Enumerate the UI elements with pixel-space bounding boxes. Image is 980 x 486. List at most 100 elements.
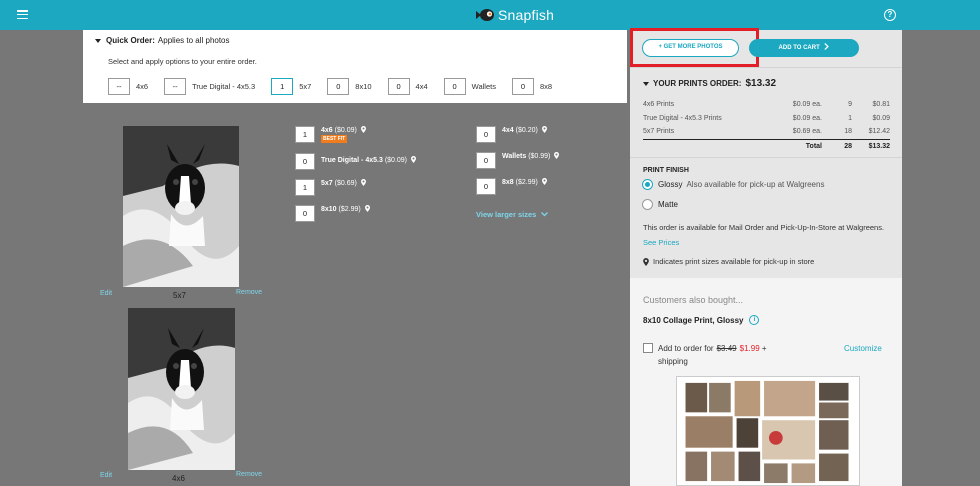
- size-qty-input[interactable]: 0: [476, 178, 496, 195]
- highlight-box: [630, 28, 759, 67]
- size-price: ($2.99): [338, 206, 361, 213]
- fish-logo-icon: [476, 9, 494, 21]
- photo-caption: 4x6: [172, 474, 185, 483]
- size-qty-input[interactable]: 0: [476, 126, 496, 143]
- order-item-qty: 9: [848, 100, 852, 108]
- caret-down-icon: [95, 38, 101, 43]
- size-label: 8x10: [355, 82, 372, 91]
- pickup-note: Indicates print sizes available for pick…: [643, 257, 814, 266]
- order-item-name: 5x7 Prints: [643, 128, 675, 136]
- size-price: ($0.09): [334, 127, 357, 134]
- dog-photo-image: [123, 126, 239, 287]
- pickup-note-text: Indicates print sizes available for pick…: [653, 257, 815, 266]
- size-option: 0 True Digital - 4x5.3 ($0.09): [295, 153, 416, 175]
- size-qty-input[interactable]: 0: [476, 152, 496, 169]
- print-finish-title: PRINT FINISH: [643, 167, 689, 174]
- size-name: 5x7: [321, 180, 333, 187]
- qty-input-5x7[interactable]: 1: [271, 78, 294, 95]
- add-collage-option[interactable]: Add to order for $3.49 $1.99 + shipping: [643, 342, 767, 368]
- qty-input-8x10[interactable]: 0: [327, 78, 350, 95]
- map-pin-icon: [364, 205, 370, 212]
- view-larger-sizes-link[interactable]: View larger sizes: [476, 210, 549, 219]
- quick-order-title: Quick Order:: [106, 36, 155, 45]
- size-qty-input[interactable]: 0: [295, 153, 315, 170]
- qty-input-true-digital[interactable]: --: [164, 78, 187, 95]
- customize-link[interactable]: Customize: [844, 344, 882, 353]
- chevron-down-icon: [541, 212, 549, 217]
- qty-input-4x4[interactable]: 0: [387, 78, 410, 95]
- size-qty-input[interactable]: 1: [295, 179, 315, 196]
- photo-caption: 5x7: [173, 291, 186, 300]
- order-item-each: $0.09 ea.: [792, 114, 822, 122]
- photo-thumbnail[interactable]: [123, 126, 239, 287]
- page-margin: [902, 30, 980, 486]
- size-qty-input[interactable]: 0: [295, 205, 315, 222]
- size-price: ($0.69): [334, 180, 357, 187]
- size-name: 4x6: [321, 127, 333, 134]
- quick-order-panel: Quick Order: Applies to all photos Selec…: [83, 30, 627, 103]
- remove-photo-link[interactable]: Remove: [236, 289, 262, 296]
- order-amount: $13.32: [745, 78, 777, 89]
- add-to-order-text: Add to order for $3.49 $1.99 + shipping: [658, 342, 767, 368]
- view-larger-label: View larger sizes: [476, 210, 537, 219]
- dog-photo-image: [128, 308, 235, 470]
- cross-sell-title: Customers also bought...: [643, 295, 744, 305]
- edit-photo-link[interactable]: Edit: [100, 472, 112, 479]
- info-icon[interactable]: i: [749, 315, 760, 325]
- qty-input-wallets[interactable]: 0: [443, 78, 466, 95]
- size-name: 8x10: [321, 206, 337, 213]
- add-to-cart-button[interactable]: ADD TO CART: [749, 39, 859, 57]
- size-name: True Digital - 4x5.3: [321, 157, 383, 164]
- sale-price: $1.99: [739, 344, 760, 353]
- size-options-right: 0 4x4 ($0.20) 0 Wallets ($0.99) 0 8x8 ($…: [476, 126, 560, 204]
- hamburger-icon[interactable]: [17, 10, 28, 20]
- snapfish-logo[interactable]: Snapfish: [474, 6, 554, 24]
- best-fit-badge: BEST FIT: [321, 135, 348, 143]
- total-amount: $13.32: [852, 138, 890, 153]
- quick-order-toggle[interactable]: Quick Order: Applies to all photos: [95, 36, 230, 45]
- collage-preview-image[interactable]: [676, 376, 860, 486]
- plus-sign: +: [761, 344, 767, 353]
- cross-sell-product: 8x10 Collage Print, Glossy i: [643, 315, 760, 325]
- size-option: 0 8x8 ($2.99): [476, 178, 559, 200]
- size-meta: 8x8 ($2.99): [502, 178, 547, 186]
- map-pin-icon: [541, 178, 547, 185]
- brand-name: Snapfish: [498, 7, 555, 23]
- size-label: 4x4: [415, 82, 428, 91]
- caret-down-icon: [643, 81, 649, 86]
- total-row: Total 28 $13.32: [643, 138, 890, 153]
- matte-option[interactable]: Matte: [642, 199, 678, 210]
- size-meta: 4x4 ($0.20): [502, 126, 547, 134]
- photo-thumbnail[interactable]: [128, 308, 235, 470]
- size-name: 4x4: [502, 127, 514, 134]
- size-qty-input[interactable]: 1: [295, 126, 315, 143]
- order-item-each: $0.69 ea.: [792, 128, 822, 136]
- radio-unselected-icon[interactable]: [642, 199, 653, 210]
- size-option: 0 Wallets ($0.99): [476, 152, 560, 174]
- total-qty: 28: [822, 138, 852, 153]
- size-option: 0 8x10 ($2.99): [295, 205, 416, 227]
- radio-selected-icon[interactable]: [642, 179, 653, 190]
- glossy-label: Glossy: [658, 180, 683, 189]
- qty-input-8x8[interactable]: 0: [511, 78, 534, 95]
- qty-input-4x6[interactable]: --: [108, 78, 130, 95]
- size-option: 1 5x7 ($0.69): [295, 179, 416, 201]
- order-item-total: $0.09: [872, 114, 890, 122]
- total-label: Total: [770, 138, 822, 153]
- size-price: ($0.20): [515, 127, 538, 134]
- question-circle-icon[interactable]: ?: [884, 9, 896, 21]
- remove-photo-link[interactable]: Remove: [236, 471, 262, 478]
- order-summary-toggle[interactable]: YOUR PRINTS ORDER: $13.32: [643, 78, 776, 89]
- size-meta: 8x10 ($2.99): [321, 205, 370, 213]
- size-label: 8x8: [539, 82, 553, 91]
- chevron-right-icon: [824, 43, 830, 50]
- edit-photo-link[interactable]: Edit: [100, 290, 112, 297]
- glossy-option[interactable]: Glossy Also available for pick-up at Wal…: [642, 179, 824, 190]
- glossy-note: Also available for pick-up at Walgreens: [686, 180, 825, 189]
- old-price: $3.49: [716, 344, 737, 353]
- see-prices-link[interactable]: See Prices: [643, 238, 679, 247]
- availability-text: This order is available for Mail Order a…: [643, 223, 885, 232]
- add-to-order-checkbox[interactable]: [643, 343, 653, 353]
- size-options-left: 1 4x6 ($0.09) BEST FIT 0 True Digital - …: [295, 126, 416, 231]
- order-item-total: $0.81: [872, 100, 890, 108]
